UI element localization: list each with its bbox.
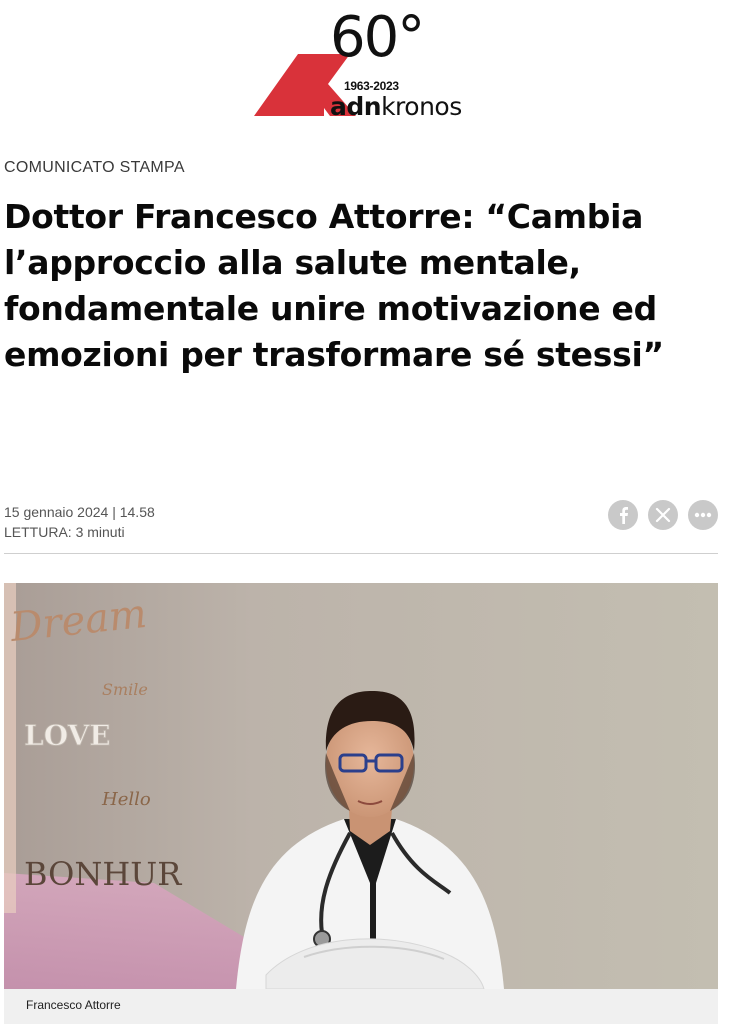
- wall-word-hello: Hello: [101, 789, 151, 810]
- anniversary-number: 60°: [330, 5, 425, 70]
- site-header: 60° 1963-2023 adnkronos: [0, 0, 742, 130]
- meta-divider: [4, 553, 718, 554]
- more-icon: [694, 512, 712, 518]
- brand-light: kronos: [381, 92, 462, 121]
- wall-word-bonhur: BONHUR: [24, 855, 182, 893]
- x-icon: [655, 507, 671, 523]
- reading-time: LETTURA: 3 minuti: [4, 524, 125, 540]
- article-date: 15 gennaio 2024 | 14.58: [4, 504, 155, 520]
- share-x-button[interactable]: [648, 500, 678, 530]
- facebook-icon: [620, 507, 628, 524]
- photo-caption: Francesco Attorre: [26, 998, 121, 1012]
- doctor-portrait-image: Dream Smile LOVE Hello BONHUR: [4, 583, 718, 989]
- share-more-button[interactable]: [688, 500, 718, 530]
- wall-word-smile: Smile: [102, 680, 148, 699]
- share-bar: [608, 500, 718, 530]
- photo-caption-bar: Francesco Attorre: [4, 989, 718, 1024]
- wall-word-love: LOVE: [24, 719, 111, 752]
- article-kicker[interactable]: COMUNICATO STAMPA: [4, 159, 185, 177]
- article-meta: 15 gennaio 2024 | 14.58 LETTURA: 3 minut…: [4, 502, 155, 542]
- article-photo[interactable]: Dream Smile LOVE Hello BONHUR: [4, 583, 718, 989]
- anniversary-years: 1963-2023: [344, 79, 399, 93]
- share-facebook-button[interactable]: [608, 500, 638, 530]
- adnkronos-logo[interactable]: 60° 1963-2023 adnkronos: [252, 10, 492, 122]
- article-title: Dottor Francesco Attorre: “Cambia l’appr…: [4, 197, 664, 374]
- brand-bold: adn: [330, 92, 382, 121]
- brand-wordmark: adnkronos: [330, 94, 462, 119]
